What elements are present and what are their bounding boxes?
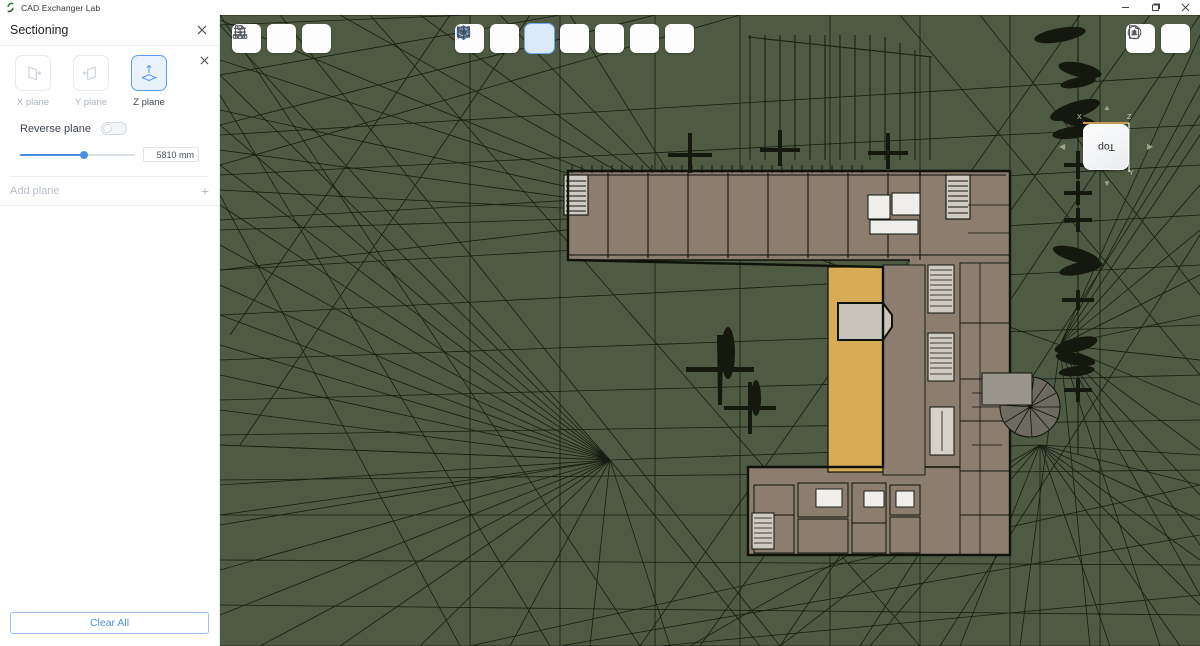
x-plane-option[interactable]: X plane xyxy=(10,55,56,108)
reverse-plane-row: Reverse plane xyxy=(10,108,209,135)
page-title: Sectioning xyxy=(10,23,69,37)
clear-all-button[interactable]: Clear All xyxy=(10,612,209,634)
3d-model-render xyxy=(220,15,1200,646)
sectioning-panel: Sectioning X plane Y plane Z plane Rever… xyxy=(0,15,220,646)
minimize-button[interactable] xyxy=(1110,0,1140,15)
window-title: CAD Exchanger Lab xyxy=(21,2,101,13)
panel-header: Sectioning xyxy=(0,15,219,46)
z-plane-label: Z plane xyxy=(133,97,165,108)
arrow-up-icon[interactable]: ▲ xyxy=(1103,104,1111,112)
x-plane-label: X plane xyxy=(16,97,50,108)
maximize-button[interactable] xyxy=(1140,0,1170,15)
panel-close-icon[interactable] xyxy=(195,23,209,37)
plane-remove-icon[interactable] xyxy=(197,53,211,67)
toggle-track xyxy=(111,123,126,134)
view-cube-face[interactable]: Top xyxy=(1083,124,1129,170)
axis-label-x: X xyxy=(1077,114,1082,121)
y-plane-label: Y plane xyxy=(74,97,108,108)
z-plane-option[interactable]: Z plane xyxy=(126,55,172,108)
sectioning-button[interactable] xyxy=(456,24,554,53)
x-plane-icon xyxy=(15,55,51,91)
plus-icon: + xyxy=(200,183,209,199)
view-cube-label: Top xyxy=(1097,141,1115,153)
title-bar: CAD Exchanger Lab xyxy=(0,0,1200,15)
slider-handle[interactable] xyxy=(80,150,89,159)
cad-exchanger-logo-icon xyxy=(4,1,17,14)
arrow-down-icon[interactable]: ▼ xyxy=(1103,180,1111,188)
notifications-button[interactable] xyxy=(1127,24,1190,53)
view-toolbar xyxy=(455,24,694,53)
measure-button[interactable] xyxy=(457,24,519,53)
reverse-plane-toggle[interactable] xyxy=(100,122,127,135)
axis-label-y: Y xyxy=(1129,170,1134,177)
reverse-plane-label: Reverse plane xyxy=(20,122,91,135)
axis-label-z: Z xyxy=(1127,114,1132,121)
explode-button[interactable] xyxy=(457,24,589,53)
panel-spacer xyxy=(0,206,219,612)
clip-planes-button[interactable] xyxy=(457,24,624,53)
right-toolbar xyxy=(1126,24,1190,53)
zoom-fit-button[interactable] xyxy=(457,24,694,53)
slider-fill xyxy=(20,153,85,156)
plane-offset-row: 5810 mm xyxy=(10,135,209,162)
application-window: CAD Exchanger Lab Sectioning X plane Y p… xyxy=(0,0,1200,646)
add-plane-label: Add plane xyxy=(10,185,60,197)
visibility-button[interactable] xyxy=(457,24,659,53)
3d-viewport[interactable]: X Z Y ▲ ▼ ◀ ▶ Top xyxy=(220,15,1200,646)
left-toolbar xyxy=(232,24,331,53)
plane-type-selector: X plane Y plane Z plane xyxy=(10,55,209,108)
view-cube[interactable]: X Z Y ▲ ▼ ◀ ▶ Top xyxy=(1059,104,1153,188)
panel-footer: Clear All xyxy=(0,612,219,646)
arrow-right-icon[interactable]: ▶ xyxy=(1147,143,1153,151)
toggle-knob xyxy=(102,124,112,133)
arrow-left-icon[interactable]: ◀ xyxy=(1059,143,1065,151)
add-plane-button[interactable]: Add plane + xyxy=(0,177,219,206)
y-plane-icon xyxy=(73,55,109,91)
close-button[interactable] xyxy=(1170,0,1200,15)
panel-divider xyxy=(10,176,209,177)
file-convert-button[interactable] xyxy=(235,24,331,53)
plane-settings-block: X plane Y plane Z plane Reverse plane 58… xyxy=(0,46,219,177)
structure-tree-button[interactable] xyxy=(232,24,296,53)
z-plane-icon xyxy=(131,55,167,91)
y-plane-option[interactable]: Y plane xyxy=(68,55,114,108)
plane-offset-slider[interactable] xyxy=(20,148,135,162)
plane-offset-value[interactable]: 5810 mm xyxy=(143,147,199,162)
